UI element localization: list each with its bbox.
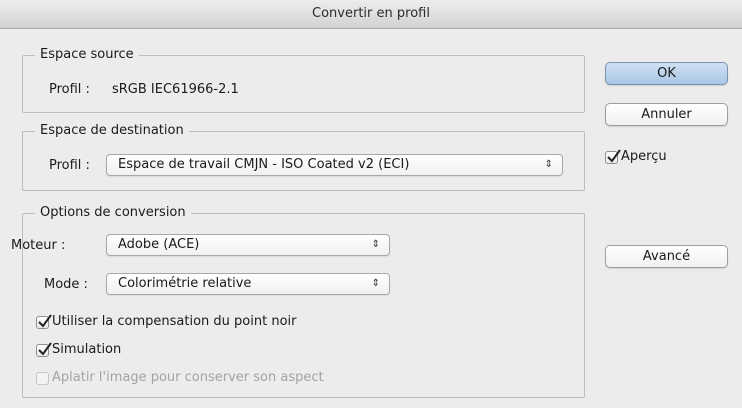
source-space-group: Espace source Profil : sRGB IEC61966-2.1	[22, 46, 585, 113]
window-title-bar: Convertir en profil	[0, 0, 742, 29]
destination-space-legend: Espace de destination	[35, 122, 189, 140]
checkmark-icon	[38, 342, 52, 356]
window-title: Convertir en profil	[312, 6, 430, 21]
advanced-button[interactable]: Avancé	[605, 245, 728, 268]
up-down-chevron-icon: ⇕	[371, 278, 380, 289]
black-point-checkbox[interactable]	[36, 314, 52, 329]
checkmark-icon	[607, 149, 621, 163]
preview-label: Aperçu	[621, 149, 667, 164]
preview-checkbox[interactable]	[605, 149, 621, 164]
source-profile-value: sRGB IEC61966-2.1	[112, 82, 239, 97]
destination-profile-select[interactable]: Espace de travail CMJN - ISO Coated v2 (…	[106, 154, 563, 176]
mode-select[interactable]: Colorimétrie relative ⇕	[106, 273, 390, 295]
cancel-button[interactable]: Annuler	[605, 103, 728, 126]
conversion-options-legend: Options de conversion	[35, 204, 191, 222]
engine-value: Adobe (ACE)	[118, 237, 200, 252]
conversion-options-group: Options de conversion Moteur : Adobe (AC…	[11, 204, 585, 398]
up-down-chevron-icon: ⇕	[544, 159, 553, 170]
black-point-label: Utiliser la compensation du point noir	[52, 314, 297, 329]
engine-select[interactable]: Adobe (ACE) ⇕	[106, 234, 390, 256]
simulation-label: Simulation	[52, 342, 122, 357]
destination-space-group: Espace de destination Profil : Espace de…	[22, 122, 585, 191]
destination-profile-label: Profil :	[49, 158, 90, 173]
ok-button[interactable]: OK	[605, 62, 728, 85]
mode-value: Colorimétrie relative	[118, 276, 252, 291]
checkmark-icon	[38, 314, 52, 328]
up-down-chevron-icon: ⇕	[371, 239, 380, 250]
destination-profile-value: Espace de travail CMJN - ISO Coated v2 (…	[118, 157, 410, 172]
mode-label: Mode :	[44, 277, 88, 292]
simulation-checkbox[interactable]	[36, 342, 52, 357]
flatten-checkbox	[36, 372, 49, 385]
source-profile-label: Profil :	[49, 82, 90, 97]
source-space-legend: Espace source	[35, 46, 139, 64]
engine-label: Moteur :	[11, 238, 66, 253]
flatten-label: Aplatir l'image pour conserver son aspec…	[52, 370, 324, 385]
